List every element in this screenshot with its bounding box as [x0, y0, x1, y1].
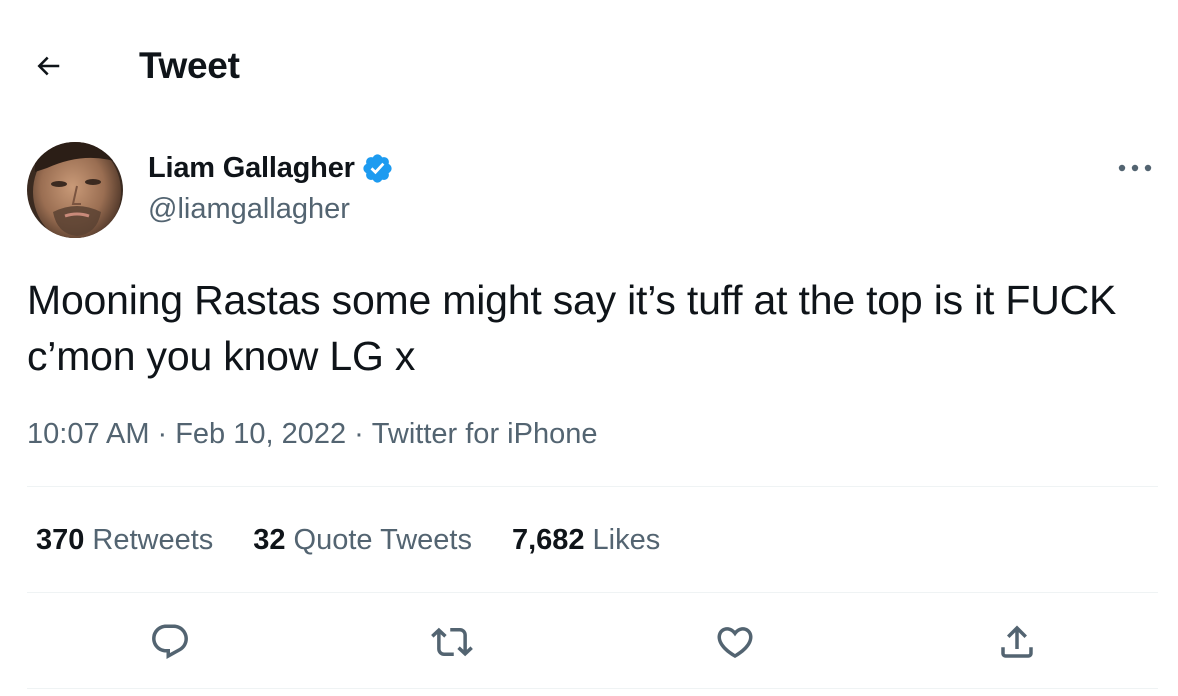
retweets-label: Retweets — [92, 524, 214, 556]
likes-label: Likes — [592, 524, 661, 556]
divider — [27, 592, 1158, 593]
divider — [27, 688, 1158, 689]
tweet-stats: 370 Retweets 32 Quote Tweets 7,682 Likes — [36, 520, 660, 560]
like-icon — [717, 627, 753, 659]
divider — [27, 486, 1158, 487]
meta-separator: · — [354, 418, 364, 450]
author-name-row: Liam Gallagher — [148, 148, 394, 188]
share-button[interactable] — [989, 614, 1045, 670]
meta-separator: · — [157, 418, 168, 450]
tweet-date[interactable]: Feb 10, 2022 — [175, 414, 346, 454]
reply-icon — [152, 624, 188, 659]
share-icon — [1001, 625, 1033, 658]
reply-button[interactable] — [142, 614, 198, 670]
verified-badge-icon — [363, 153, 392, 183]
retweets-count: 370 — [36, 524, 85, 556]
tweet-meta: 10:07 AM · Feb 10, 2022 · Twitter for iP… — [27, 414, 597, 454]
retweet-button[interactable] — [424, 614, 480, 670]
likes-stat[interactable]: 7,682 Likes — [512, 520, 660, 560]
author-handle[interactable]: @liamgallagher — [148, 190, 350, 228]
quote-tweets-stat[interactable]: 32 Quote Tweets — [253, 520, 472, 560]
likes-count: 7,682 — [511, 524, 585, 556]
retweets-stat[interactable]: 370 Retweets — [36, 520, 213, 560]
tweet-source[interactable]: Twitter for iPhone — [372, 414, 598, 454]
more-horizontal-icon — [1118, 164, 1152, 172]
more-options-button[interactable] — [1114, 150, 1156, 186]
tweet-time[interactable]: 10:07 AM — [27, 414, 150, 454]
tweet-detail-page: Tweet Liam Gallagher @liamgallagher Moon… — [0, 0, 1178, 696]
retweet-icon — [431, 627, 473, 657]
tweet-text: Mooning Rastas some might say it’s tuff … — [27, 277, 1117, 379]
tweet-actions-bar — [0, 614, 1178, 670]
quote-tweets-count: 32 — [253, 524, 286, 556]
arrow-left-icon — [37, 56, 60, 76]
avatar-image — [27, 142, 123, 238]
page-title: Tweet — [139, 45, 240, 86]
like-button[interactable] — [707, 614, 763, 670]
quote-tweets-label: Quote Tweets — [293, 524, 472, 556]
author-name[interactable]: Liam Gallagher — [148, 148, 355, 188]
back-button[interactable] — [22, 44, 74, 88]
avatar[interactable] — [27, 142, 123, 238]
